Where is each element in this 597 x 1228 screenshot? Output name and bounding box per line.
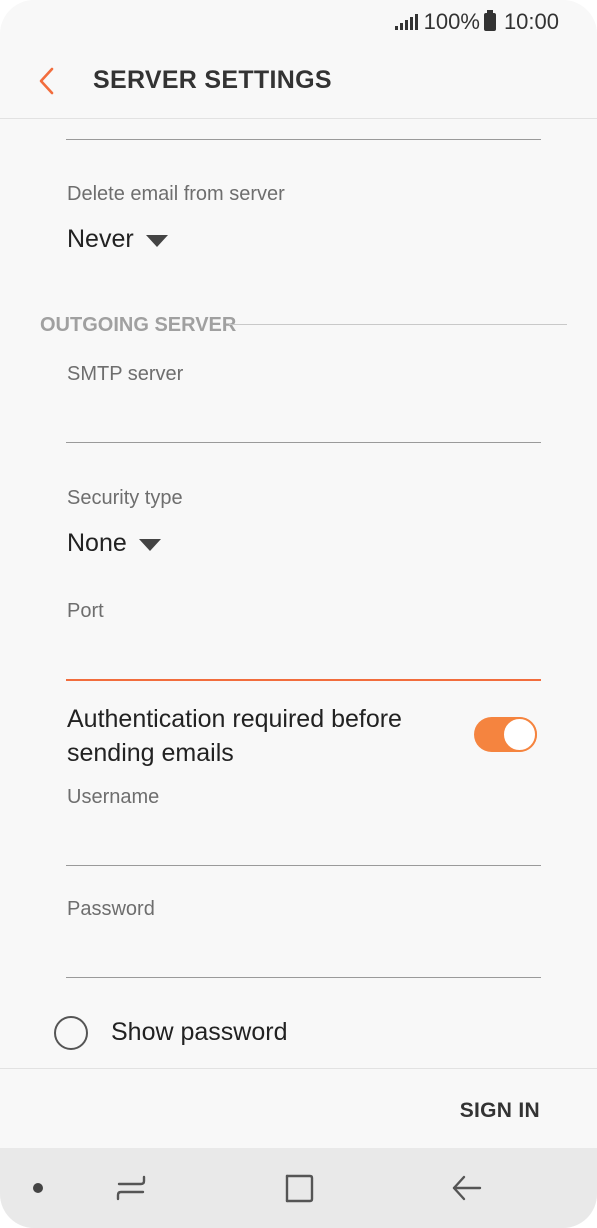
- status-bar: 100% 10:00: [0, 0, 597, 44]
- home-icon: [285, 1174, 314, 1203]
- security-type-dropdown[interactable]: None: [67, 529, 161, 558]
- back-button[interactable]: [34, 64, 64, 98]
- authentication-toggle[interactable]: [474, 717, 537, 752]
- screen: 100% 10:00 SERVER SETTINGS Delete email …: [0, 0, 597, 1228]
- bottom-action-bar: SIGN IN: [0, 1068, 597, 1148]
- delete-email-dropdown[interactable]: Never: [67, 225, 168, 254]
- password-label: Password: [67, 898, 155, 920]
- smtp-server-input[interactable]: [66, 402, 541, 442]
- password-input[interactable]: [66, 937, 541, 977]
- smtp-server-label: SMTP server: [67, 363, 184, 385]
- smtp-server-underline: [66, 442, 541, 443]
- navigation-bar: [0, 1148, 597, 1228]
- battery-icon: [483, 10, 496, 31]
- username-underline: [66, 865, 541, 866]
- security-type-label: Security type: [67, 487, 183, 509]
- back-nav-button[interactable]: [449, 1170, 485, 1206]
- chevron-left-icon: [39, 67, 54, 95]
- port-underline-focused: [66, 679, 541, 681]
- delete-email-label: Delete email from server: [67, 183, 285, 205]
- battery-percent: 100%: [423, 9, 480, 34]
- username-input[interactable]: [66, 825, 541, 865]
- home-button[interactable]: [281, 1170, 317, 1206]
- back-icon: [452, 1175, 482, 1201]
- port-input[interactable]: [66, 639, 541, 679]
- page-title: SERVER SETTINGS: [93, 66, 332, 94]
- show-password-label[interactable]: Show password: [111, 1018, 287, 1047]
- authentication-label: Authentication required before sending e…: [67, 705, 402, 767]
- clock: 10:00: [503, 9, 559, 34]
- dropdown-arrow-icon: [138, 538, 161, 551]
- delete-email-value: Never: [67, 225, 134, 253]
- username-label: Username: [67, 786, 160, 808]
- signal-icon: [394, 14, 418, 30]
- show-password-radio[interactable]: [54, 1016, 88, 1050]
- toggle-knob: [502, 717, 537, 752]
- recents-icon: [116, 1175, 146, 1201]
- previous-field-underline: [66, 139, 541, 140]
- security-type-value: None: [67, 529, 127, 557]
- password-underline: [66, 977, 541, 978]
- app-bar: SERVER SETTINGS: [0, 44, 597, 119]
- recents-button[interactable]: [113, 1170, 149, 1206]
- sign-in-button[interactable]: SIGN IN: [460, 1099, 540, 1123]
- section-title-outgoing: OUTGOING SERVER: [40, 314, 237, 336]
- section-divider: [229, 324, 567, 325]
- port-label: Port: [67, 600, 104, 622]
- dot-icon[interactable]: [33, 1183, 43, 1193]
- dropdown-arrow-icon: [145, 234, 168, 247]
